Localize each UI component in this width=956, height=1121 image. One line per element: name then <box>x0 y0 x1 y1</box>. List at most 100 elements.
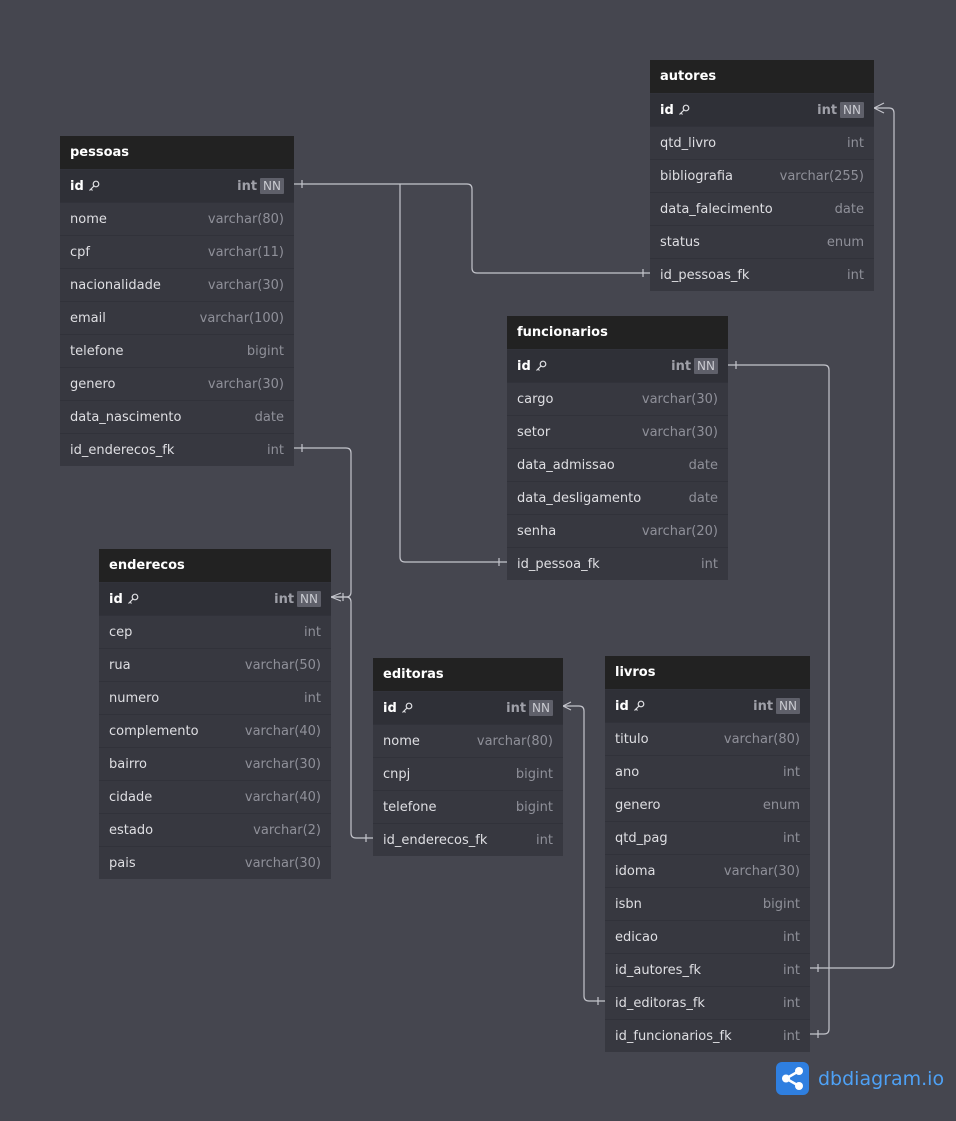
field-name: id_autores_fk <box>615 963 701 978</box>
key-icon <box>633 700 645 711</box>
field-type: int NN <box>817 102 864 118</box>
field-row[interactable]: id_enderecos_fk int <box>60 433 294 466</box>
field-row[interactable]: bairro varchar(30) <box>99 747 331 780</box>
field-row[interactable]: id_autores_fk int <box>605 953 810 986</box>
field-row[interactable]: data_falecimento date <box>650 192 874 225</box>
field-name: data_admissao <box>517 458 615 473</box>
field-row[interactable]: setor varchar(30) <box>507 415 728 448</box>
field-row[interactable]: pais varchar(30) <box>99 846 331 879</box>
field-type: varchar(30) <box>208 377 284 392</box>
table-header[interactable]: editoras <box>373 658 563 691</box>
relation-editoras-livros <box>563 705 605 1002</box>
field-row[interactable]: titulo varchar(80) <box>605 722 810 755</box>
field-row[interactable]: id int NN <box>650 93 874 126</box>
field-row[interactable]: cargo varchar(30) <box>507 382 728 415</box>
field-row[interactable]: cidade varchar(40) <box>99 780 331 813</box>
table-livros[interactable]: livros id int NN titulo varchar(80) ano int gene… <box>605 656 810 1052</box>
field-row[interactable]: ano int <box>605 755 810 788</box>
field-name: cidade <box>109 790 152 805</box>
field-type-text: int <box>847 267 864 283</box>
table-header[interactable]: funcionarios <box>507 316 728 349</box>
field-name-text: senha <box>517 523 557 539</box>
field-row[interactable]: id int NN <box>60 169 294 202</box>
field-type: int <box>783 831 800 846</box>
table-editoras[interactable]: editoras id int NN nome varchar(80) cnpj bigint… <box>373 658 563 856</box>
field-row[interactable]: id_pessoas_fk int <box>650 258 874 291</box>
field-row[interactable]: telefone bigint <box>373 790 563 823</box>
field-row[interactable]: nome varchar(80) <box>60 202 294 235</box>
table-header[interactable]: pessoas <box>60 136 294 169</box>
field-row[interactable]: rua varchar(50) <box>99 648 331 681</box>
field-name-text: telefone <box>383 799 437 815</box>
field-row[interactable]: genero varchar(30) <box>60 367 294 400</box>
field-name-text: id_funcionarios_fk <box>615 1028 732 1044</box>
field-type: enum <box>763 798 800 813</box>
field-row[interactable]: qtd_livro int <box>650 126 874 159</box>
field-row[interactable]: id_enderecos_fk int <box>373 823 563 856</box>
field-row[interactable]: nome varchar(80) <box>373 724 563 757</box>
field-name: cpf <box>70 245 90 260</box>
field-row[interactable]: cep int <box>99 615 331 648</box>
field-row[interactable]: genero enum <box>605 788 810 821</box>
field-type-text: varchar(40) <box>244 723 321 739</box>
field-type-text: int <box>783 830 800 846</box>
field-name: nome <box>70 212 107 227</box>
field-name-text: data_falecimento <box>660 201 773 217</box>
field-type: int <box>304 625 321 640</box>
field-name-text: numero <box>109 690 160 706</box>
field-row[interactable]: isbn bigint <box>605 887 810 920</box>
field-row[interactable]: data_nascimento date <box>60 400 294 433</box>
dbdiagram-logo[interactable]: dbdiagram.io <box>776 1062 944 1095</box>
field-name: numero <box>109 691 159 706</box>
field-row[interactable]: idoma varchar(30) <box>605 854 810 887</box>
field-row[interactable]: qtd_pag int <box>605 821 810 854</box>
table-pessoas[interactable]: pessoas id int NN nome varchar(80) cpf varchar(… <box>60 136 294 466</box>
field-row[interactable]: bibliografia varchar(255) <box>650 159 874 192</box>
table-header[interactable]: enderecos <box>99 549 331 582</box>
field-row[interactable]: id int NN <box>605 689 810 722</box>
field-name-text: telefone <box>70 343 124 359</box>
field-type: bigint <box>247 344 284 359</box>
field-row[interactable]: email varchar(100) <box>60 301 294 334</box>
field-row[interactable]: nacionalidade varchar(30) <box>60 268 294 301</box>
field-row[interactable]: id_funcionarios_fk int <box>605 1019 810 1052</box>
field-type-text: int <box>267 442 284 458</box>
field-name-text: id <box>517 358 531 374</box>
field-name-text: pais <box>109 855 136 871</box>
table-enderecos[interactable]: enderecos id int NN cep int rua varchar(50) nume… <box>99 549 331 879</box>
field-row[interactable]: numero int <box>99 681 331 714</box>
table-funcionarios[interactable]: funcionarios id int NN cargo varchar(30) setor… <box>507 316 728 580</box>
field-name-text: id_editoras_fk <box>615 995 705 1011</box>
field-name-text: complemento <box>109 723 199 739</box>
field-row[interactable]: complemento varchar(40) <box>99 714 331 747</box>
field-name: ano <box>615 765 639 780</box>
field-type-text: bigint <box>515 799 553 815</box>
field-name: bairro <box>109 757 147 772</box>
field-type-text: enum <box>762 797 800 813</box>
field-row[interactable]: data_admissao date <box>507 448 728 481</box>
field-row[interactable]: id_editoras_fk int <box>605 986 810 1019</box>
field-type: int <box>783 963 800 978</box>
relation-pessoas-funcionarios <box>399 184 507 563</box>
field-row[interactable]: estado varchar(2) <box>99 813 331 846</box>
field-row[interactable]: id int NN <box>99 582 331 615</box>
field-row[interactable]: edicao int <box>605 920 810 953</box>
field-type: int <box>783 996 800 1011</box>
field-row[interactable]: id int NN <box>373 691 563 724</box>
field-type-text: int <box>304 624 321 640</box>
field-name-text: genero <box>615 797 661 813</box>
field-name-text: id_enderecos_fk <box>70 442 175 458</box>
field-row[interactable]: cpf varchar(11) <box>60 235 294 268</box>
table-header[interactable]: livros <box>605 656 810 689</box>
table-header[interactable]: autores <box>650 60 874 93</box>
field-row[interactable]: senha varchar(20) <box>507 514 728 547</box>
field-name: cep <box>109 625 132 640</box>
field-row[interactable]: id int NN <box>507 349 728 382</box>
field-row[interactable]: id_pessoa_fk int <box>507 547 728 580</box>
field-row[interactable]: cnpj bigint <box>373 757 563 790</box>
field-row[interactable]: data_desligamento date <box>507 481 728 514</box>
table-autores[interactable]: autores id int NN qtd_livro int bibliografia va… <box>650 60 874 291</box>
field-type: int NN <box>506 700 553 716</box>
field-row[interactable]: telefone bigint <box>60 334 294 367</box>
field-row[interactable]: status enum <box>650 225 874 258</box>
